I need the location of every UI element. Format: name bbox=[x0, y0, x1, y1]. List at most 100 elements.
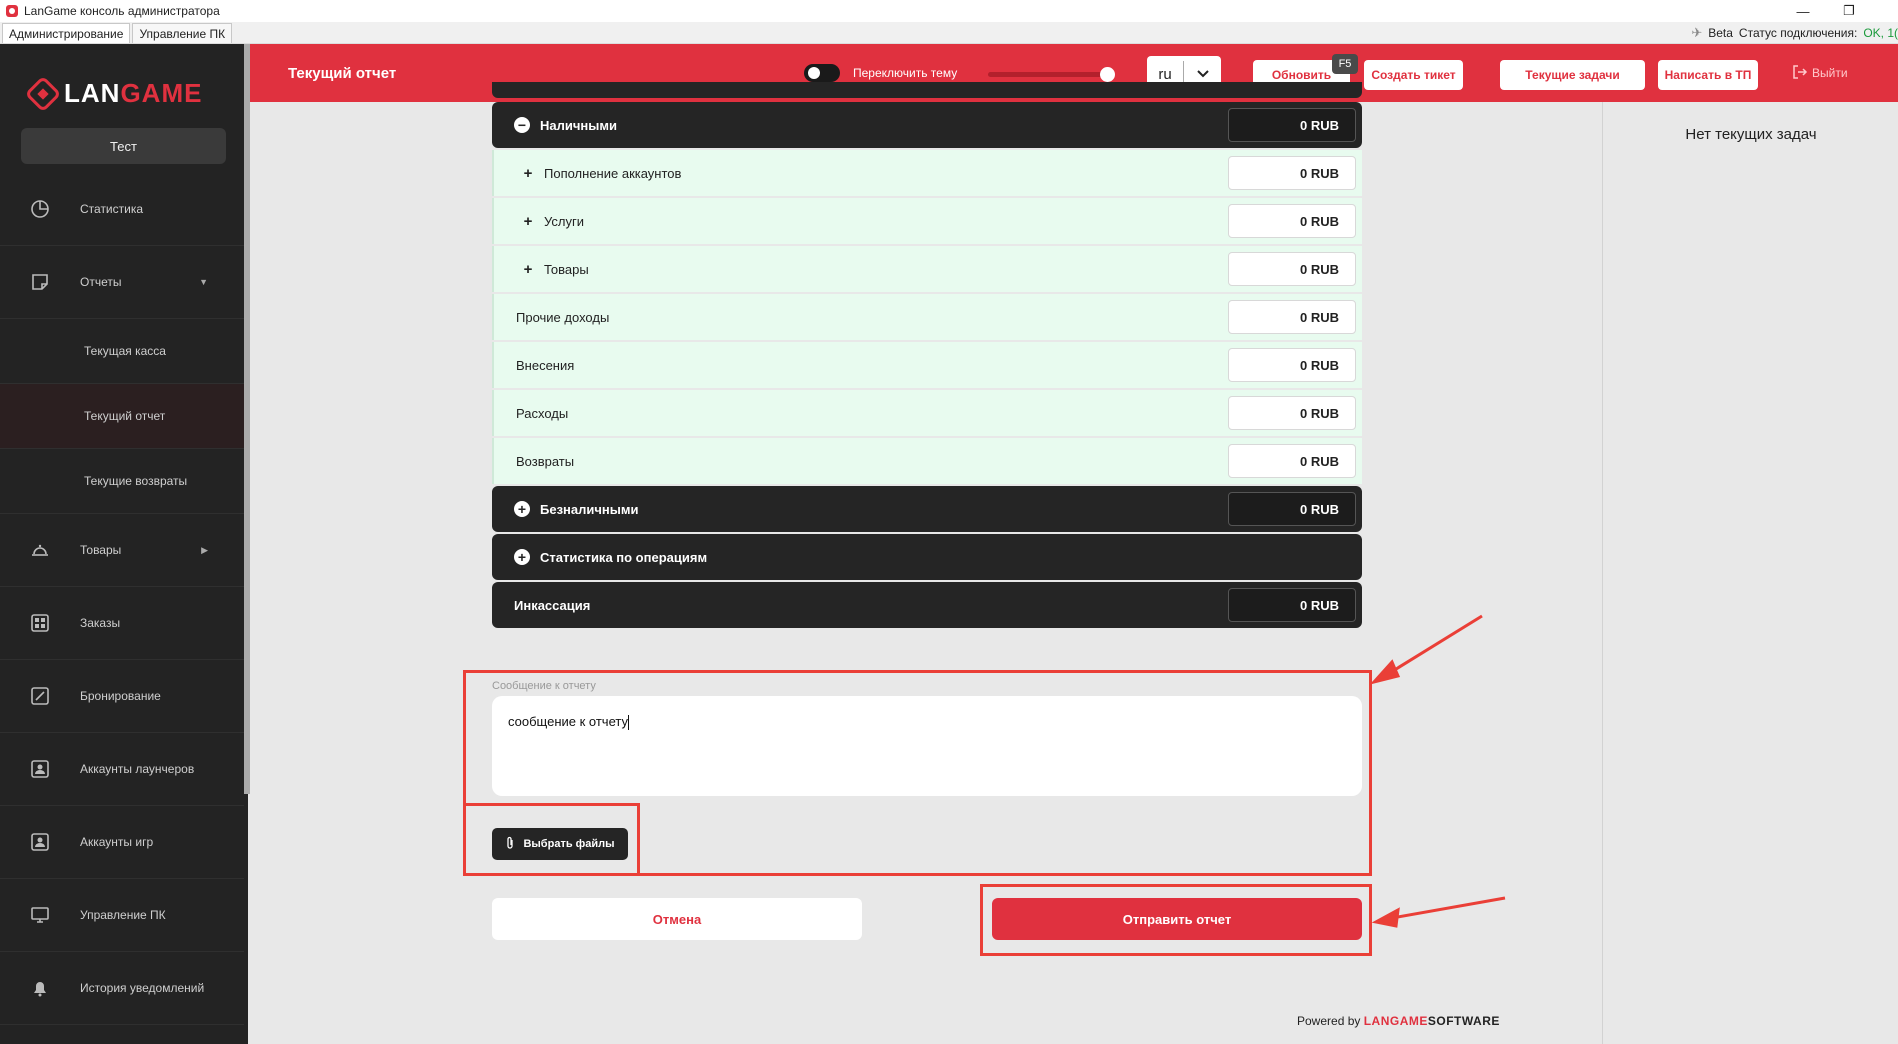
status-label: Статус подключения: bbox=[1738, 26, 1858, 40]
refresh-hotkey-badge: F5 bbox=[1332, 54, 1358, 74]
sidebar-item-label: Управление ПК bbox=[80, 908, 166, 922]
report-row-expenses: Расходы 0 RUB bbox=[492, 390, 1362, 436]
collapse-icon[interactable]: − bbox=[514, 117, 530, 133]
monitor-icon bbox=[28, 903, 52, 927]
theme-toggle-label: Переключить тему bbox=[853, 66, 958, 80]
chevron-right-icon: ▶ bbox=[201, 544, 208, 555]
page-title: Текущий отчет bbox=[288, 64, 397, 82]
sidebar-item-goods[interactable]: Товары ▶ bbox=[0, 514, 244, 587]
sidebar-item-label: Заказы bbox=[80, 616, 121, 630]
report-row-account-topup[interactable]: + Пополнение аккаунтов 0 RUB bbox=[492, 150, 1362, 196]
sidebar-item-reports[interactable]: Отчеты ▼ bbox=[0, 246, 244, 319]
row-label: Товары bbox=[544, 261, 589, 277]
sidebar-item-current-returns[interactable]: Текущие возвраты bbox=[0, 449, 244, 514]
tab-pc-management[interactable]: Управление ПК bbox=[132, 23, 233, 43]
tasks-panel: Нет текущих задач bbox=[1602, 102, 1898, 1044]
row-label: Услуги bbox=[544, 213, 584, 229]
language-value: ru bbox=[1158, 65, 1172, 83]
row-label: Инкассация bbox=[514, 597, 591, 613]
create-ticket-button[interactable]: Создать тикет bbox=[1364, 60, 1463, 90]
cloche-icon bbox=[28, 538, 52, 562]
app-logo-icon bbox=[6, 5, 18, 17]
expand-icon[interactable]: + bbox=[514, 501, 530, 517]
chevron-down-icon bbox=[1184, 70, 1221, 78]
logo-text-lan: LAN bbox=[64, 78, 121, 108]
sidebar-item-booking[interactable]: Бронирование bbox=[0, 660, 244, 733]
scale-slider-handle[interactable] bbox=[1100, 67, 1115, 82]
note-icon bbox=[28, 270, 52, 294]
account-icon bbox=[28, 757, 52, 781]
sidebar-item-label: Аккаунты игр bbox=[80, 835, 154, 849]
minimize-button[interactable]: — bbox=[1780, 0, 1826, 22]
scale-slider-track[interactable] bbox=[988, 72, 1104, 77]
club-select-button[interactable]: Тест bbox=[21, 128, 226, 164]
status-value: OK, 1( bbox=[1863, 26, 1898, 40]
report-row-services[interactable]: + Услуги 0 RUB bbox=[492, 198, 1362, 244]
report-row-returns: Возвраты 0 RUB bbox=[492, 438, 1362, 484]
cancel-button[interactable]: Отмена bbox=[492, 898, 862, 940]
powered-brand-red: LANGAME bbox=[1363, 1014, 1428, 1028]
expand-icon[interactable]: + bbox=[522, 213, 534, 230]
langame-logo-icon bbox=[24, 75, 62, 112]
row-amount: 0 RUB bbox=[1228, 252, 1356, 286]
row-label: Наличными bbox=[540, 117, 617, 133]
window-titlebar: LanGame консоль администратора — ❐ bbox=[0, 0, 1898, 22]
sidebar-item-current-report[interactable]: Текущий отчет bbox=[0, 384, 244, 449]
row-amount: 0 RUB bbox=[1228, 300, 1356, 334]
pie-chart-icon bbox=[28, 197, 52, 221]
row-amount: 0 RUB bbox=[1228, 588, 1356, 622]
powered-brand: SOFTWARE bbox=[1427, 1014, 1500, 1028]
no-tasks-text: Нет текущих задач bbox=[1685, 126, 1817, 143]
connection-status: ✈ Beta Статус подключения: OK, 1( bbox=[1691, 22, 1898, 44]
row-label: Прочие доходы bbox=[516, 309, 610, 325]
sidebar-item-launcher-accounts[interactable]: Аккаунты лаунчеров bbox=[0, 733, 244, 806]
report-row-collection: Инкассация 0 RUB bbox=[492, 582, 1362, 628]
sidebar-item-current-cash[interactable]: Текущая касса bbox=[0, 319, 244, 384]
row-amount: 0 RUB bbox=[1228, 108, 1356, 142]
annotation-files-box bbox=[463, 803, 640, 876]
restore-button[interactable]: ❐ bbox=[1826, 0, 1872, 22]
row-label: Расходы bbox=[516, 405, 569, 421]
grid-icon bbox=[28, 611, 52, 635]
logout-button[interactable]: Выйти bbox=[1792, 64, 1848, 83]
current-tasks-button[interactable]: Текущие задачи bbox=[1500, 60, 1645, 90]
report-row-goods[interactable]: + Товары 0 RUB bbox=[492, 246, 1362, 292]
sidebar-item-notification-history[interactable]: История уведомлений bbox=[0, 952, 244, 1025]
row-label: Возвраты bbox=[516, 453, 575, 469]
sidebar-item-statistics[interactable]: Статистика bbox=[0, 173, 244, 246]
report-row-cash[interactable]: − Наличными 0 RUB bbox=[492, 102, 1362, 148]
row-amount: 0 RUB bbox=[1228, 396, 1356, 430]
window-title: LanGame консоль администратора bbox=[24, 4, 220, 18]
report-row-operation-stats[interactable]: + Статистика по операциям bbox=[492, 534, 1362, 580]
langame-logo: LANGAME bbox=[24, 75, 203, 112]
report-row-partial bbox=[492, 82, 1362, 98]
row-label: Статистика по операциям bbox=[540, 549, 708, 565]
expand-icon[interactable]: + bbox=[522, 261, 534, 278]
sidebar-item-label: Аккаунты лаунчеров bbox=[80, 762, 195, 776]
tab-administration[interactable]: Администрирование bbox=[2, 23, 131, 43]
expand-icon[interactable]: + bbox=[522, 165, 534, 182]
sidebar-item-game-accounts[interactable]: Аккаунты игр bbox=[0, 806, 244, 879]
sidebar-item-pc-management[interactable]: Управление ПК bbox=[0, 879, 244, 952]
sidebar-item-label: Отчеты bbox=[80, 275, 122, 289]
logo-text-game: GAME bbox=[120, 78, 203, 108]
annotation-submit-box bbox=[980, 884, 1372, 956]
chevron-down-icon: ▼ bbox=[199, 277, 208, 287]
logout-label: Выйти bbox=[1812, 66, 1848, 80]
account-icon bbox=[28, 830, 52, 854]
row-label: Пополнение аккаунтов bbox=[544, 165, 682, 181]
write-support-button[interactable]: Написать в ТП bbox=[1658, 60, 1758, 90]
sidebar-item-label: Товары bbox=[80, 543, 122, 557]
theme-toggle[interactable] bbox=[804, 64, 840, 82]
edit-icon bbox=[28, 684, 52, 708]
refresh-label: Обновить bbox=[1271, 68, 1332, 82]
powered-by: Powered by LANGAMESOFTWARE bbox=[1297, 1014, 1500, 1028]
row-amount: 0 RUB bbox=[1228, 444, 1356, 478]
report-row-cashless[interactable]: + Безналичными 0 RUB bbox=[492, 486, 1362, 532]
row-amount: 0 RUB bbox=[1228, 204, 1356, 238]
menubar: Администрирование Управление ПК ✈ Beta С… bbox=[0, 22, 1898, 44]
sidebar-item-orders[interactable]: Заказы bbox=[0, 587, 244, 660]
row-label: Внесения bbox=[516, 357, 575, 373]
expand-icon[interactable]: + bbox=[514, 549, 530, 565]
plane-icon: ✈ bbox=[1691, 25, 1703, 40]
